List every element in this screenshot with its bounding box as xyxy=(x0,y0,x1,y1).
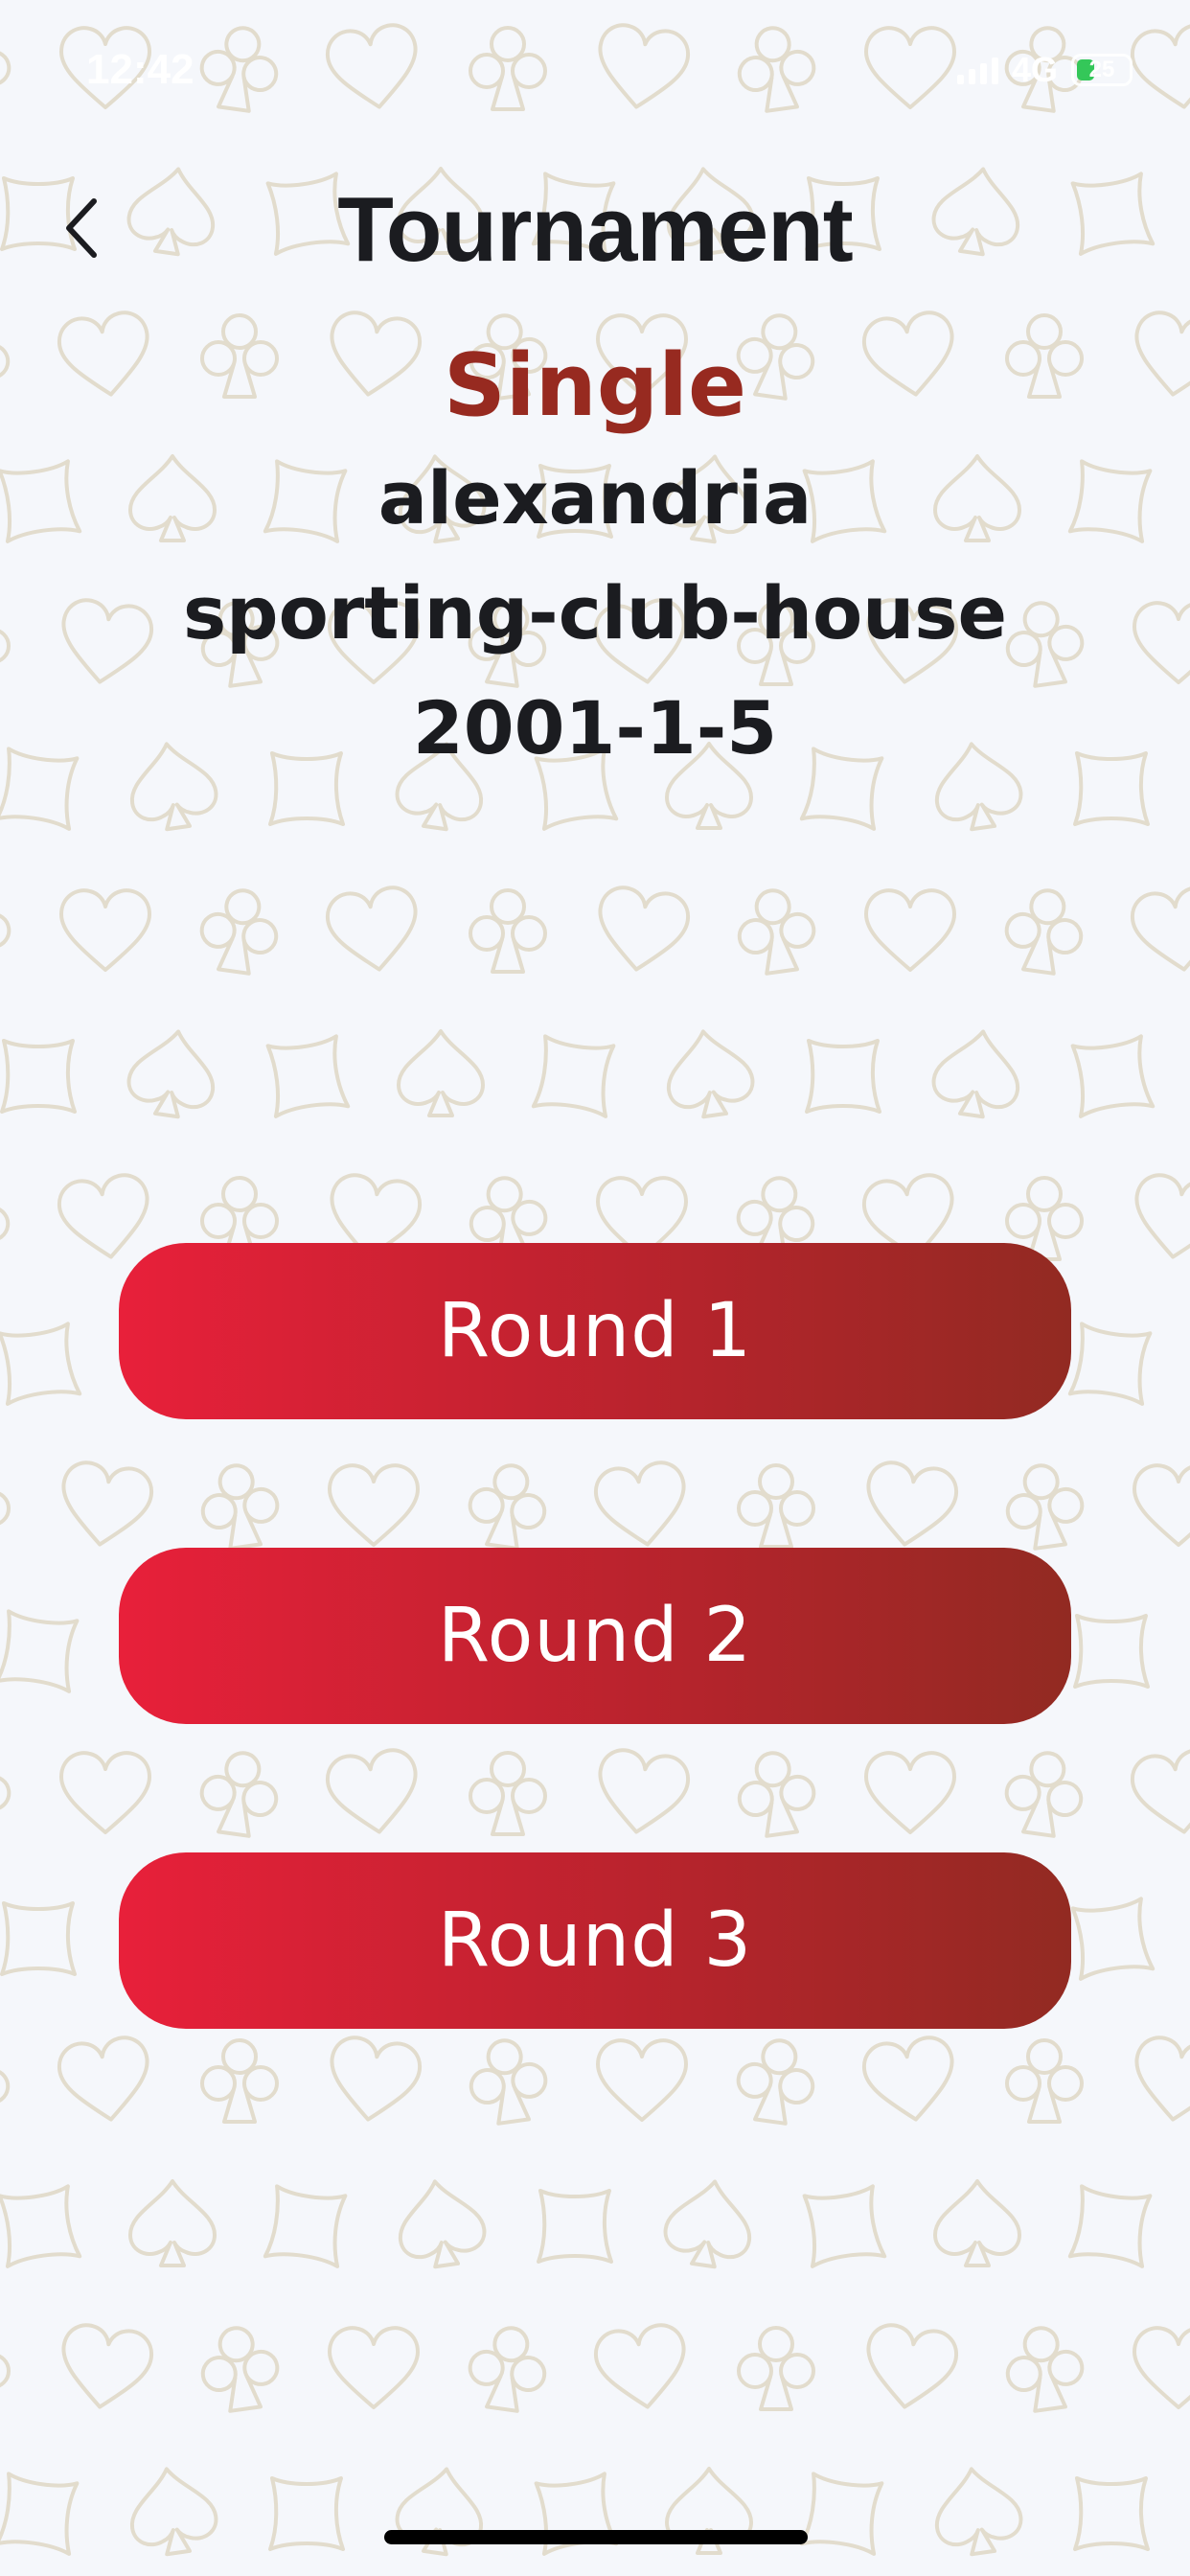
rounds-list: Round 1 Round 2 Round 3 xyxy=(119,1243,1071,2029)
round-1-button[interactable]: Round 1 xyxy=(119,1243,1071,1419)
cellular-signal-icon xyxy=(956,56,998,84)
network-type-label: 4G xyxy=(1011,50,1058,89)
battery-percentage: 25 xyxy=(1088,57,1115,82)
round-2-button[interactable]: Round 2 xyxy=(119,1548,1071,1724)
battery-icon: 25 xyxy=(1071,54,1133,86)
status-time: 12:42 xyxy=(86,46,195,93)
status-bar: 12:42 4G 25 xyxy=(0,0,1190,134)
tournament-info: Single alexandria sporting-club-house 20… xyxy=(0,331,1190,786)
home-indicator xyxy=(384,2530,808,2544)
status-indicators: 4G 25 xyxy=(956,50,1133,90)
tournament-date: 2001-1-5 xyxy=(412,685,778,770)
round-3-button[interactable]: Round 3 xyxy=(119,1852,1071,2029)
tournament-location-line2: sporting-club-house xyxy=(182,570,1008,656)
tournament-type-label: Single xyxy=(443,335,747,436)
page-title: Tournament xyxy=(337,178,854,281)
tournament-location-line1: alexandria xyxy=(378,455,812,540)
